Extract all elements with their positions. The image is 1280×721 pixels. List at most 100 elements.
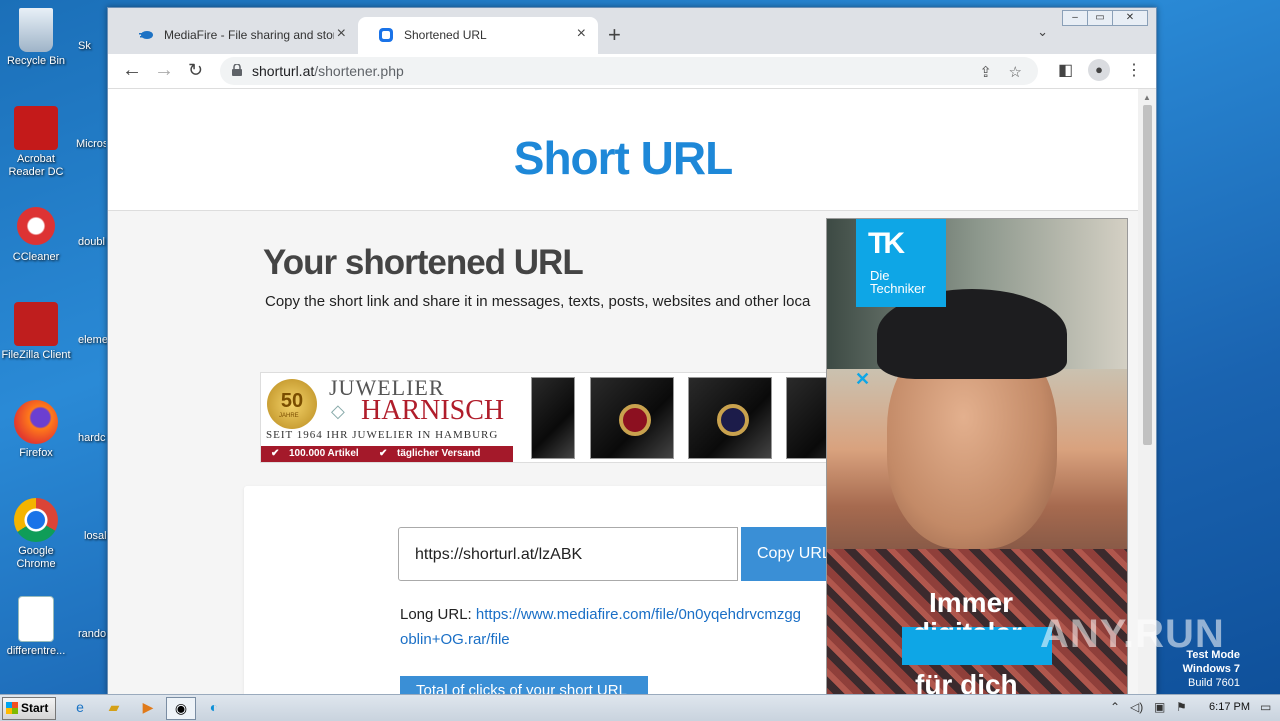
scroll-up-icon[interactable]: ▲	[1143, 93, 1151, 102]
desktop-icon-partial[interactable]: Sk	[78, 40, 108, 53]
close-tab-icon[interactable]: ×	[577, 25, 586, 43]
desktop-icon-acrobat[interactable]: Acrobat Reader DC	[0, 106, 72, 179]
scroll-thumb[interactable]	[1143, 105, 1152, 445]
desktop-icon-label: FileZilla Client	[1, 349, 71, 361]
chrome-taskbar-icon[interactable]: ◉	[166, 697, 196, 720]
page-scrollbar[interactable]: ▲	[1138, 89, 1156, 694]
desktop-icon-chrome[interactable]: Google Chrome	[0, 498, 72, 571]
forward-arrow-icon[interactable]: →	[154, 59, 174, 82]
menu-kebab-icon[interactable]: ⋮	[1126, 60, 1142, 80]
check-icon: ✔	[379, 448, 388, 459]
lock-icon	[232, 64, 242, 76]
watermark-line1: Test Mode	[1186, 649, 1240, 661]
taskbar-clock[interactable]: 6:17 PM	[1209, 701, 1250, 713]
tray-expand-icon[interactable]: ⌃	[1110, 700, 1120, 714]
tab-mediafire[interactable]: MediaFire - File sharing and storage ×	[118, 17, 358, 54]
network-icon[interactable]: ▣	[1154, 700, 1165, 714]
action-center-flag-icon[interactable]: ⚑	[1176, 700, 1187, 714]
explorer-folder-icon[interactable]: ▰	[100, 697, 128, 718]
site-header: Short URL	[108, 89, 1138, 211]
long-url-link-cont[interactable]: oblin+OG.rar/file	[400, 631, 510, 648]
desktop-icon-partial[interactable]: rando	[78, 628, 108, 641]
desktop-icon-partial[interactable]: Micros	[76, 138, 106, 151]
page-content: Short URL Your shortened URL Copy the sh…	[108, 89, 1138, 694]
strip-text-2: täglicher Versand	[397, 448, 481, 459]
firefox-icon	[14, 400, 58, 444]
desktop-icon-label: Firefox	[19, 447, 53, 459]
banner-ad[interactable]: 50 JAHRE JUWELIER ◇ HARNISCH SEIT 1964 I…	[260, 372, 832, 463]
reload-icon[interactable]: ↻	[188, 60, 203, 81]
desktop-icon-label: Recycle Bin	[6, 55, 66, 67]
long-url-label: Long URL:	[400, 606, 472, 623]
side-panel-icon[interactable]: ◧	[1058, 60, 1073, 80]
url-text: shorturl.at/shortener.php	[252, 63, 404, 79]
desktop-icon-partial[interactable]: hardc	[78, 432, 108, 445]
brand-name: HARNISCH	[361, 395, 505, 426]
long-url-link[interactable]: https://www.mediafire.com/file/0n0yqehdr…	[476, 606, 801, 623]
ie-icon[interactable]: e	[66, 697, 94, 718]
banner-strip: ✔ 100.000 Artikel ✔ täglicher Versand	[261, 446, 513, 462]
maximize-icon[interactable]: ▭	[1087, 10, 1113, 26]
volume-icon[interactable]: ◁)	[1130, 700, 1143, 714]
badge-text: JAHRE	[279, 413, 299, 419]
back-arrow-icon[interactable]: ←	[122, 59, 142, 82]
tk-logo-text: Die Techniker	[870, 269, 926, 295]
media-player-icon[interactable]: ▶	[134, 697, 162, 718]
brand-since: SEIT 1964 IHR JUWELIER IN HAMBURG	[266, 429, 499, 441]
ring-image	[590, 377, 674, 459]
tk-logo-mark: TK	[868, 227, 905, 260]
strip-text-1: 100.000 Artikel	[289, 448, 359, 459]
filezilla-icon	[14, 302, 58, 346]
tab-shortened-url[interactable]: Shortened URL ×	[358, 17, 598, 54]
start-label: Start	[21, 701, 49, 715]
desktop-icon-partial[interactable]: doubl	[78, 236, 108, 249]
url-path: /shortener.php	[314, 63, 404, 79]
desktop-icon-filezilla[interactable]: FileZilla Client	[0, 302, 72, 362]
short-url-input[interactable]: https://shorturl.at/lzABK	[398, 527, 738, 581]
juwelier-logo: 50 JAHRE JUWELIER ◇ HARNISCH SEIT 1964 I…	[261, 373, 513, 462]
tk-logo: TK Die Techniker	[856, 219, 946, 307]
share-icon[interactable]: ⇪	[979, 63, 992, 81]
mediafire-icon	[139, 31, 153, 39]
tab-search-chevron-icon[interactable]: ⌄	[1037, 24, 1048, 40]
window-controls: – ▭ ✕	[1062, 9, 1148, 26]
desktop-icon-doc[interactable]: differentre...	[0, 596, 72, 658]
tab-label: Shortened URL	[404, 28, 487, 42]
show-desktop-icon[interactable]: ▭	[1260, 700, 1271, 714]
minimize-icon[interactable]: –	[1062, 10, 1088, 26]
desktop-icon-firefox[interactable]: Firefox	[0, 400, 72, 460]
close-tab-icon[interactable]: ×	[337, 25, 346, 43]
new-tab-button[interactable]: +	[608, 22, 621, 48]
chrome-icon	[14, 498, 58, 542]
address-bar[interactable]: shorturl.at/shortener.php ⇪ ☆	[220, 57, 1038, 85]
desktop-icon-label: Acrobat Reader DC	[8, 153, 64, 178]
edge-icon[interactable]: ◐	[200, 697, 228, 718]
ad-headline-1: Immer	[929, 587, 1014, 618]
ad-highlight	[902, 627, 1052, 665]
desktop-icon-partial[interactable]: eleme	[78, 334, 108, 347]
recycle-bin-icon	[19, 8, 53, 52]
total-clicks-button[interactable]: Total of clicks of your short URL	[400, 676, 648, 694]
badge-number: 50	[280, 390, 304, 412]
bookmark-star-icon[interactable]: ☆	[1009, 63, 1022, 81]
desktop-icon-recycle-bin[interactable]: Recycle Bin	[0, 8, 72, 68]
ring-image	[531, 377, 575, 459]
browser-window: MediaFire - File sharing and storage × S…	[107, 7, 1157, 695]
profile-avatar-icon[interactable]: ●	[1088, 59, 1110, 81]
tab-bar: MediaFire - File sharing and storage × S…	[108, 8, 1156, 54]
desktop-icon-label: Google Chrome	[16, 545, 56, 570]
close-window-icon[interactable]: ✕	[1112, 10, 1148, 26]
ad-close-icon[interactable]: ✕	[855, 369, 870, 390]
start-button[interactable]: Start	[2, 697, 56, 720]
tab-label: MediaFire - File sharing and storage	[164, 28, 334, 42]
desktop-icon-ccleaner[interactable]: CCleaner	[0, 204, 72, 264]
diamond-icon: ◇	[331, 401, 345, 421]
desktop-icon-label: differentre...	[6, 645, 66, 657]
windows-flag-icon	[6, 702, 18, 714]
url-host: shorturl.at	[252, 63, 315, 79]
tk-line2: Techniker	[870, 281, 926, 296]
site-title[interactable]: Short URL	[108, 131, 1138, 185]
ad-headline-3: für dich	[915, 669, 1018, 694]
browser-toolbar: ← → ↻ shorturl.at/shortener.php ⇪ ☆ ◧ ● …	[108, 54, 1156, 89]
watermark-line3: Build 7601	[1188, 677, 1240, 689]
